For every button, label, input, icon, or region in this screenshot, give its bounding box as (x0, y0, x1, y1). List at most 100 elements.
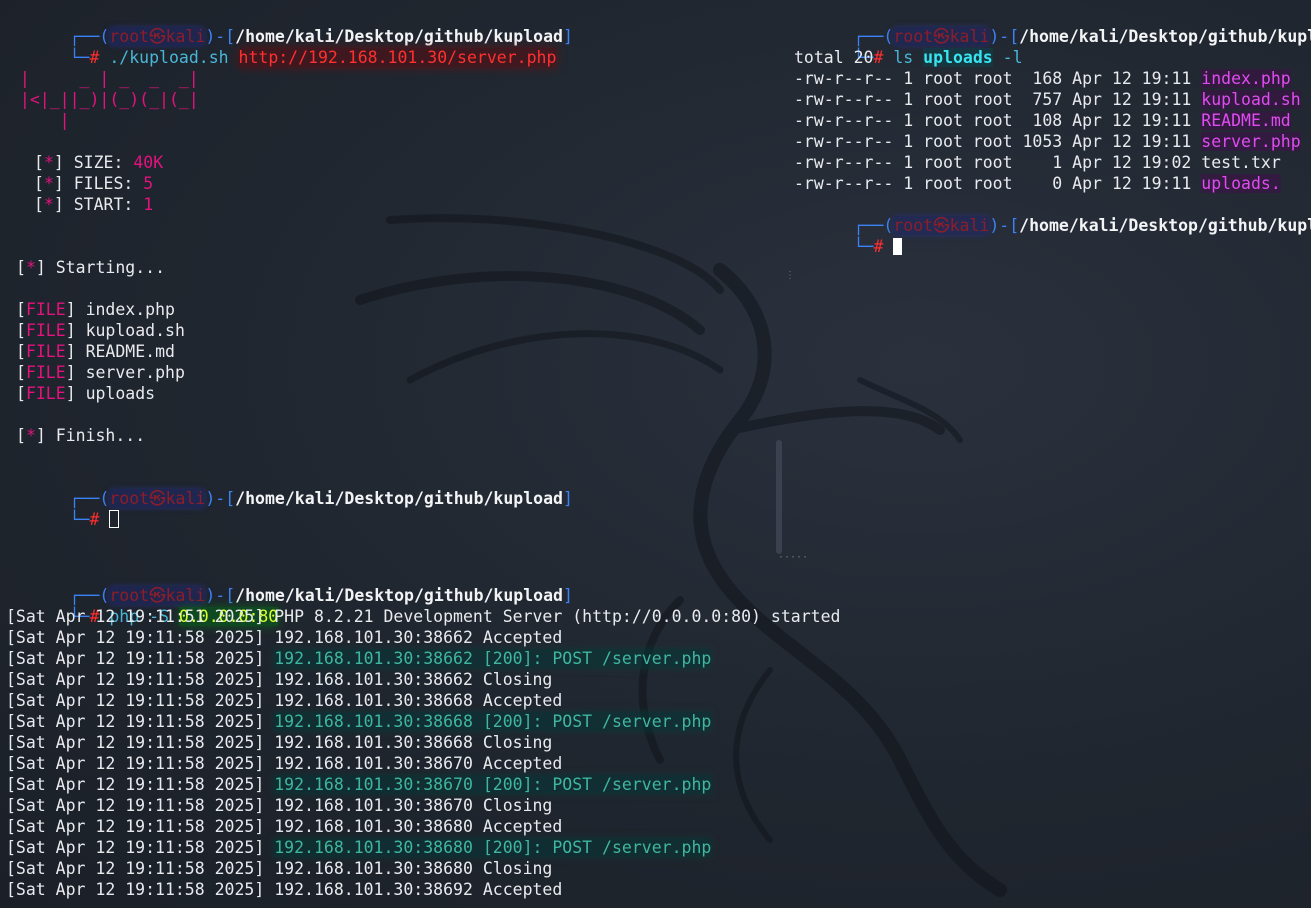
file-tag: FILE (25, 321, 66, 340)
starting-text: Starting... (55, 258, 166, 277)
prompt-line: ┌──(root㉿kali)-[/home/kali/Desktop/githu… (794, 5, 1311, 46)
banner-line-1: | _ | _ _ _| (10, 69, 199, 88)
log-timestamp: [Sat Apr 12 19:11:51 2025] (6, 607, 275, 626)
command-flag: -l (1002, 48, 1023, 67)
file-line: [FILE] index.php (16, 300, 175, 319)
start-value: 1 (143, 195, 154, 214)
listing-row: -rw-r--r-- 1 root root 757 Apr 12 19:11 … (794, 89, 1301, 110)
file-line: [FILE] server.php (16, 363, 185, 382)
listing-meta: -rw-r--r-- 1 root root 108 Apr 12 19:11 (794, 111, 1202, 130)
file-tag: FILE (25, 384, 66, 403)
listing-meta: -rw-r--r-- 1 root root 1053 Apr 12 19:11 (794, 132, 1202, 151)
prompt-line: ┌──(root㉿kali)-[/home/kali/Desktop/githu… (10, 467, 573, 508)
log-line: [Sat Apr 12 19:11:58 2025] 192.168.101.3… (6, 837, 712, 858)
command-text: ls (893, 48, 914, 67)
prompt-hash: # (89, 510, 100, 529)
log-message: 192.168.101.30:38692 Accepted (274, 880, 563, 899)
banner-line-3: | (10, 111, 70, 130)
command-line: └─# php -S 0.0.0.0:80 (10, 585, 279, 626)
log-line: [Sat Apr 12 19:11:58 2025] 192.168.101.3… (6, 774, 712, 795)
listing-meta: -rw-r--r-- 1 root root 0 Apr 12 19:11 (794, 174, 1202, 193)
size-value: 40K (133, 153, 164, 172)
prompt-user: root㉿kali (893, 216, 990, 235)
log-line: [Sat Apr 12 19:11:58 2025] 192.168.101.3… (6, 795, 552, 816)
prompt-end: ] (562, 489, 573, 508)
log-line: [Sat Apr 12 19:11:58 2025] 192.168.101.3… (6, 711, 712, 732)
log-line: [Sat Apr 12 19:11:58 2025] 192.168.101.3… (6, 669, 552, 690)
log-timestamp: [Sat Apr 12 19:11:58 2025] (6, 691, 275, 710)
prompt-box-bottom: └─ (69, 510, 90, 529)
listing-row: -rw-r--r-- 1 root root 0 Apr 12 19:11 up… (794, 173, 1281, 194)
log-line: [Sat Apr 12 19:11:58 2025] 192.168.101.3… (6, 879, 562, 900)
log-timestamp: [Sat Apr 12 19:11:58 2025] (6, 859, 275, 878)
star-icon: * (43, 174, 54, 193)
banner-line-2: |<|_||_)|(_)(_|(_| (10, 90, 199, 109)
finish-text: Finish... (55, 426, 146, 445)
size-line: [*] SIZE: 40K (34, 153, 164, 172)
log-timestamp: [Sat Apr 12 19:11:58 2025] (6, 880, 275, 899)
log-message: PHP 8.2.21 Development Server (http://0.… (274, 607, 841, 626)
prompt-user: root㉿kali (109, 489, 206, 508)
prompt-end: ] (562, 27, 573, 46)
log-line: [Sat Apr 12 19:11:58 2025] 192.168.101.3… (6, 816, 562, 837)
file-tag: FILE (25, 363, 66, 382)
input-line[interactable]: └─# (794, 215, 903, 256)
scrollbar[interactable] (776, 440, 782, 554)
command-text: ./kupload.sh (109, 48, 229, 67)
log-line: [Sat Apr 12 19:11:51 2025] PHP 8.2.21 De… (6, 606, 840, 627)
star-icon: * (43, 153, 54, 172)
prompt-path: /home/kali/Desktop/github/kupload (235, 586, 563, 605)
file-name: uploads (85, 384, 156, 403)
log-message: 192.168.101.30:38668 Accepted (274, 691, 563, 710)
log-timestamp: [Sat Apr 12 19:11:58 2025] (6, 775, 275, 794)
files-line: [*] FILES: 5 (34, 174, 154, 193)
listing-filename: README.md (1201, 111, 1291, 130)
starting-line: [*] Starting... (16, 258, 166, 277)
log-timestamp: [Sat Apr 12 19:11:58 2025] (6, 670, 275, 689)
listing-row: -rw-r--r-- 1 root root 1 Apr 12 19:02 te… (794, 152, 1281, 173)
start-label: START: (73, 195, 144, 214)
log-message: 192.168.101.30:38662 [200]: POST /server… (274, 649, 712, 668)
file-name: kupload.sh (85, 321, 185, 340)
log-message: 192.168.101.30:38680 [200]: POST /server… (274, 838, 712, 857)
prompt-path: /home/kali/Desktop/github/kupload (1019, 27, 1311, 46)
star-icon: * (25, 426, 36, 445)
prompt-mid: )-[ (205, 489, 236, 508)
log-timestamp: [Sat Apr 12 19:11:58 2025] (6, 838, 275, 857)
log-message: 192.168.101.30:38668 Closing (274, 733, 553, 752)
command-arg: uploads (923, 48, 993, 67)
log-timestamp: [Sat Apr 12 19:11:58 2025] (6, 712, 275, 731)
horizontal-resize-grip-icon[interactable]: ····· (778, 552, 808, 563)
prompt-path: /home/kali/Desktop/github/kupload (1019, 216, 1311, 235)
log-timestamp: [Sat Apr 12 19:11:58 2025] (6, 628, 275, 647)
prompt-line: ┌──(root㉿kali)-[/home/kali/Desktop/githu… (794, 194, 1311, 235)
listing-filename: test.txr (1201, 153, 1281, 172)
log-message: 192.168.101.30:38662 Accepted (274, 628, 563, 647)
listing-filename: index.php (1201, 69, 1291, 88)
file-name: README.md (85, 342, 175, 361)
listing-filename: uploads. (1201, 174, 1281, 193)
prompt-path: /home/kali/Desktop/github/kupload (235, 489, 563, 508)
prompt-line: ┌──(root㉿kali)-[/home/kali/Desktop/githu… (10, 5, 573, 46)
log-line: [Sat Apr 12 19:11:58 2025] 192.168.101.3… (6, 690, 562, 711)
listing-row: -rw-r--r-- 1 root root 168 Apr 12 19:11 … (794, 68, 1291, 89)
log-message: 192.168.101.30:38670 Closing (274, 796, 553, 815)
log-message: 192.168.101.30:38670 Accepted (274, 754, 563, 773)
input-line[interactable]: └─# (10, 488, 120, 529)
command-url: http://192.168.101.30/server.php (238, 48, 557, 67)
vertical-resize-grip-icon[interactable]: ⋮ (785, 270, 795, 281)
files-value: 5 (143, 174, 154, 193)
log-timestamp: [Sat Apr 12 19:11:58 2025] (6, 733, 275, 752)
listing-meta: -rw-r--r-- 1 root root 168 Apr 12 19:11 (794, 69, 1202, 88)
log-line: [Sat Apr 12 19:11:58 2025] 192.168.101.3… (6, 732, 552, 753)
prompt-box-bottom: └─ (69, 48, 90, 67)
file-line: [FILE] README.md (16, 342, 175, 361)
file-line: [FILE] uploads (16, 384, 156, 403)
log-timestamp: [Sat Apr 12 19:11:58 2025] (6, 649, 275, 668)
star-icon: * (43, 195, 54, 214)
terminal-window: ┌──(root㉿kali)-[/home/kali/Desktop/githu… (0, 0, 1311, 908)
file-name: index.php (85, 300, 175, 319)
star-icon: * (25, 258, 36, 277)
listing-filename: server.php (1201, 132, 1301, 151)
prompt-line: ┌──(root㉿kali)-[/home/kali/Desktop/githu… (10, 564, 573, 605)
